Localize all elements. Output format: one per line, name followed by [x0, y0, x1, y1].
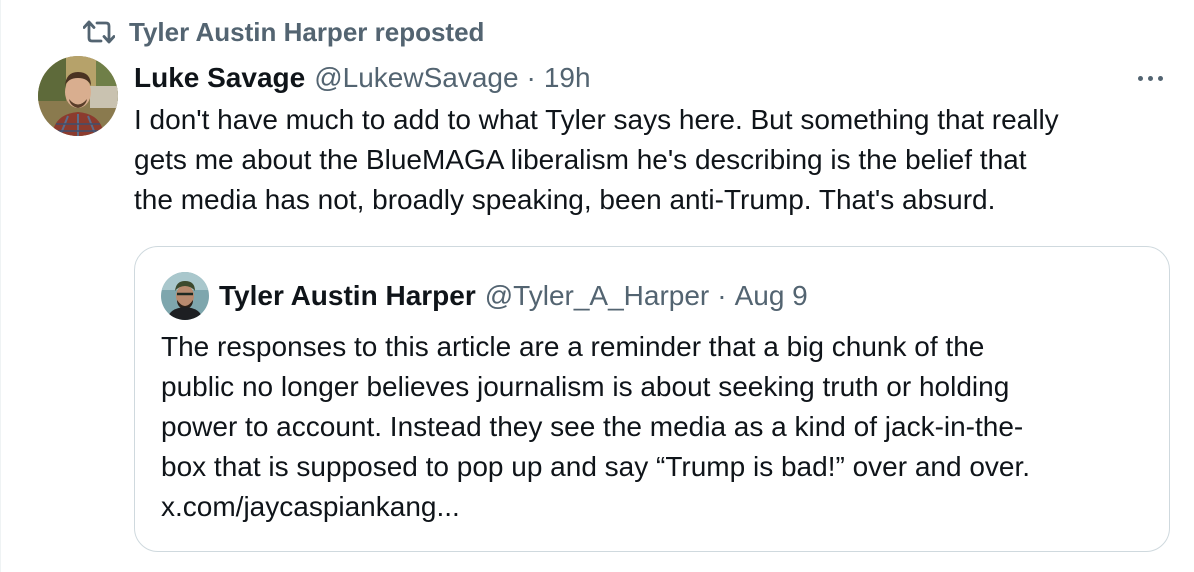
quoted-author-name[interactable]: Tyler Austin Harper: [219, 280, 476, 312]
tweet-header: Luke Savage @LukewSavage · 19h: [134, 58, 591, 98]
tweet-text: I don't have much to add to what Tyler s…: [134, 100, 1164, 220]
quoted-link[interactable]: x.com/jaycaspiankang...: [161, 487, 1151, 527]
separator-dot: ·: [717, 280, 727, 311]
repost-indicator[interactable]: Tyler Austin Harper reposted: [83, 14, 484, 50]
tweet-text-line: I don't have much to add to what Tyler s…: [134, 104, 1059, 135]
avatar[interactable]: [38, 56, 118, 136]
repost-icon: [83, 19, 115, 45]
tweet-text-line: gets me about the BlueMAGA liberalism he…: [134, 144, 1027, 175]
tweet-text-line: the media has not, broadly speaking, bee…: [134, 184, 996, 215]
quoted-timestamp[interactable]: Aug 9: [735, 280, 808, 312]
tweet-card[interactable]: Tyler Austin Harper reposted Luke Savage…: [0, 0, 1194, 572]
author-handle[interactable]: @LukewSavage: [314, 62, 518, 94]
quoted-text: The responses to this article are a remi…: [161, 327, 1151, 527]
separator-dot: ·: [526, 62, 536, 93]
author-name[interactable]: Luke Savage: [134, 62, 305, 94]
quoted-header: Tyler Austin Harper @Tyler_A_Harper · Au…: [219, 276, 808, 316]
quoted-tweet[interactable]: Tyler Austin Harper @Tyler_A_Harper · Au…: [134, 246, 1170, 552]
quoted-text-line: box that is supposed to pop up and say “…: [161, 451, 1031, 482]
quoted-text-line: power to account. Instead they see the m…: [161, 411, 1024, 442]
repost-label: Tyler Austin Harper reposted: [129, 16, 485, 47]
more-icon[interactable]: [1132, 64, 1168, 92]
tweet-timestamp[interactable]: 19h: [544, 62, 591, 94]
quoted-text-line: The responses to this article are a remi…: [161, 331, 985, 362]
quoted-avatar[interactable]: [161, 272, 209, 320]
quoted-text-line: public no longer believes journalism is …: [161, 371, 1010, 402]
quoted-author-handle[interactable]: @Tyler_A_Harper: [485, 280, 710, 312]
